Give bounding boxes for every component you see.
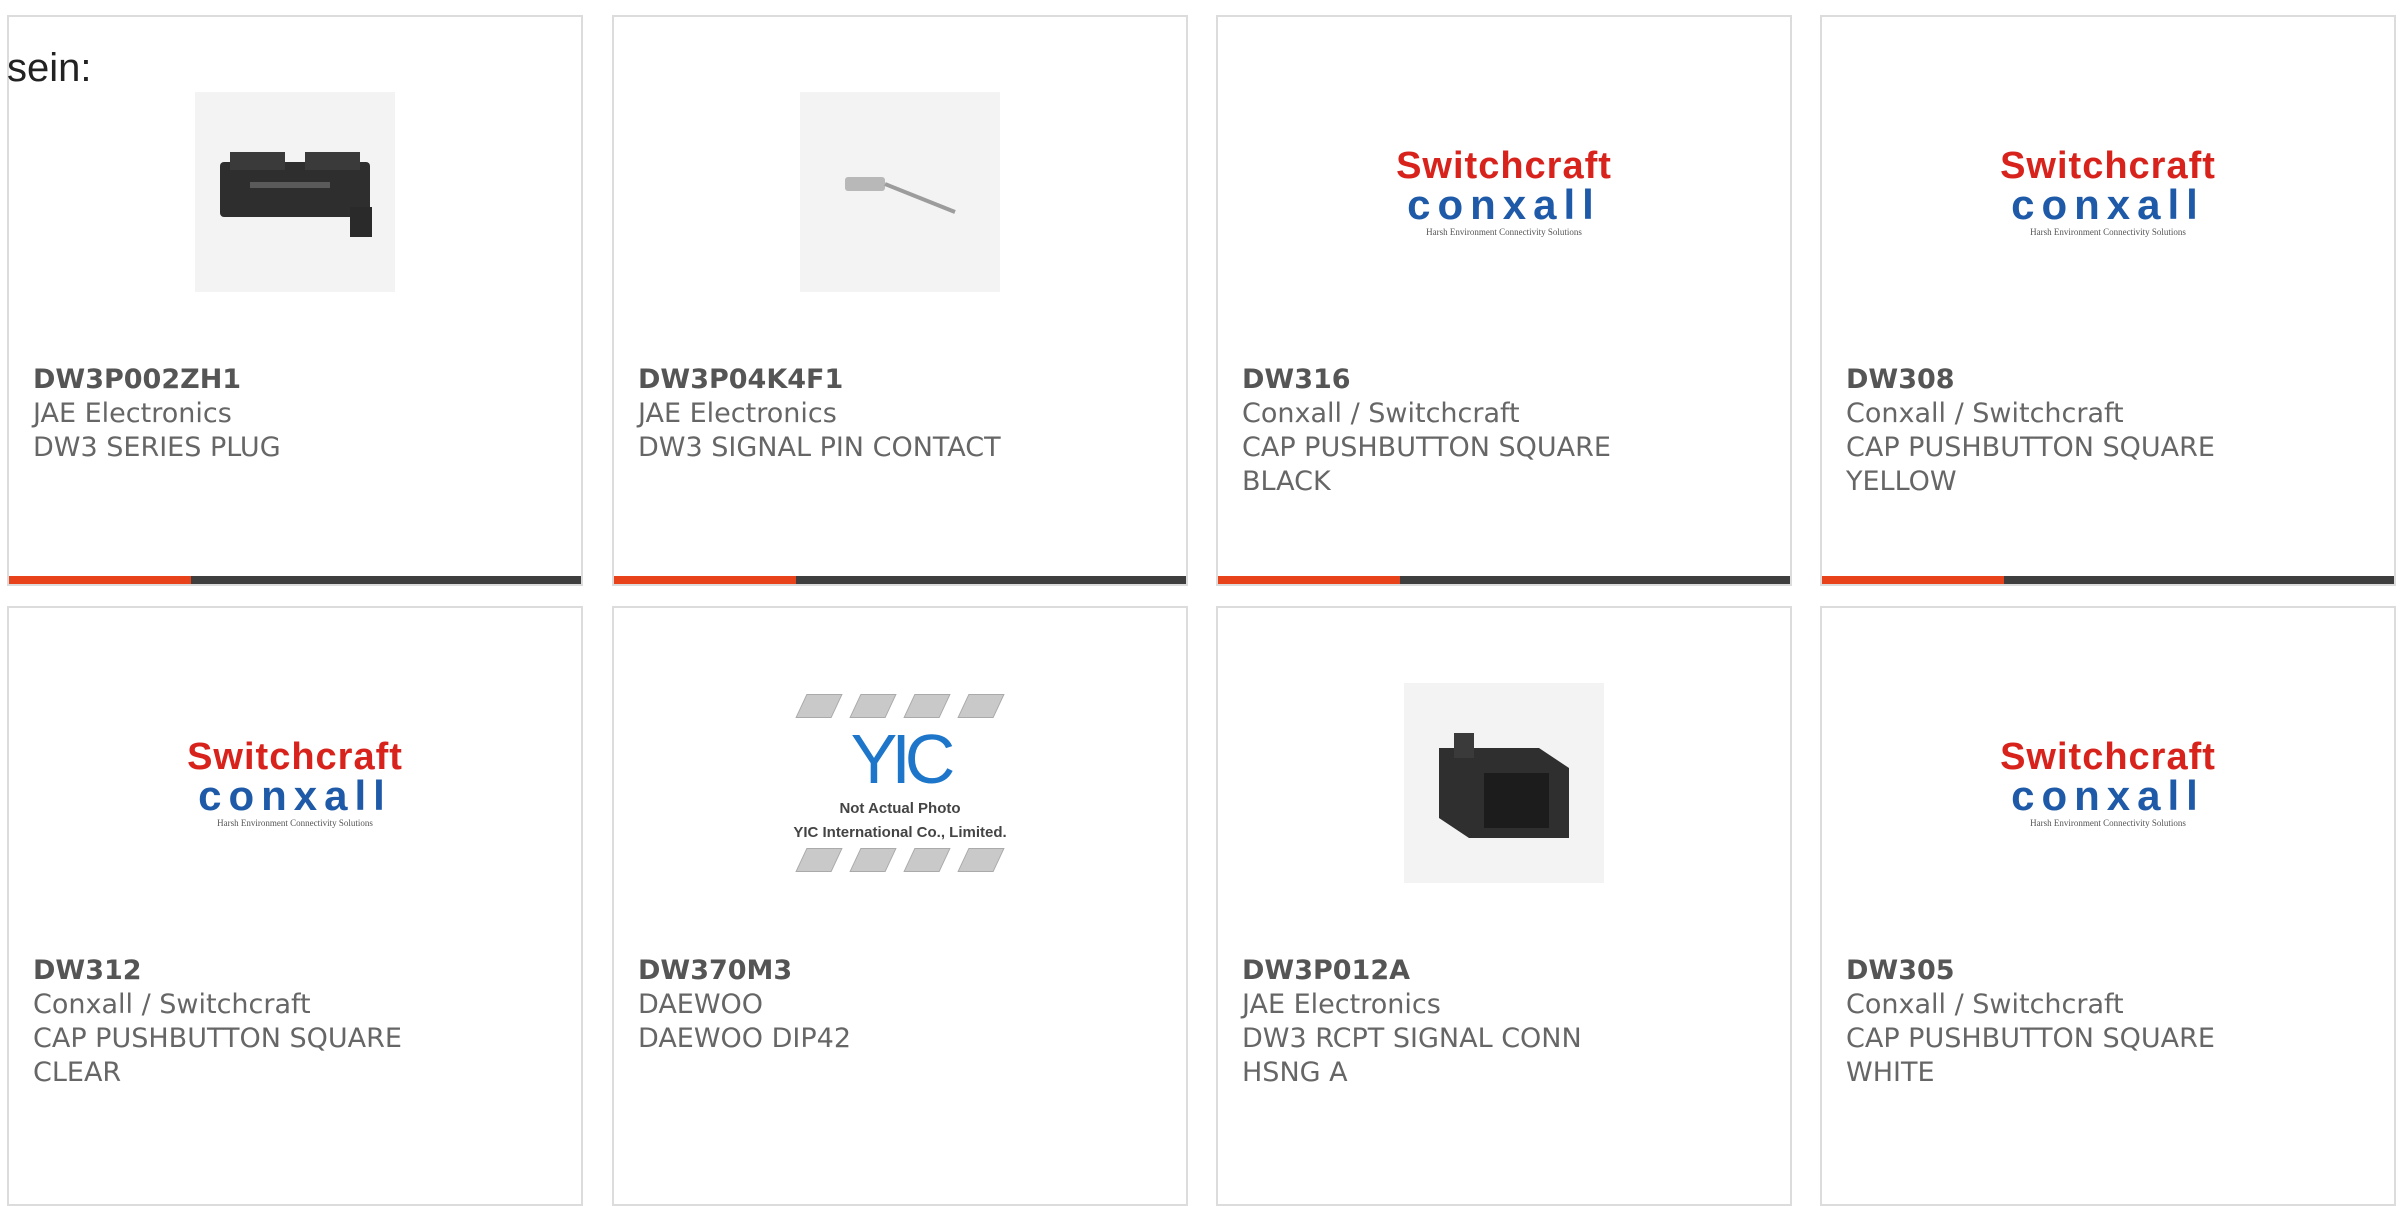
manufacturer: DAEWOO: [638, 989, 764, 1020]
description: DAEWOO DIP42: [638, 1023, 852, 1054]
connector-plug-icon: [220, 152, 372, 237]
product-card[interactable]: Switchcraft conxall Harsh Environment Co…: [1216, 15, 1792, 586]
product-card[interactable]: Switchcraft conxall Harsh Environment Co…: [7, 606, 583, 1206]
part-number[interactable]: DW3P04K4F1: [638, 363, 1166, 397]
switchcraft-conxall-logo: Switchcraft conxall Harsh Environment Co…: [187, 736, 403, 828]
manufacturer: JAE Electronics: [638, 398, 837, 429]
product-image[interactable]: [9, 85, 581, 299]
description: DW3 RCPT SIGNAL CONN HSNG A: [1242, 1023, 1582, 1088]
part-number[interactable]: DW308: [1846, 363, 2374, 397]
description: CAP PUSHBUTTON SQUARE BLACK: [1242, 432, 1611, 497]
yic-logo-icon: YIC: [850, 720, 956, 798]
product-card[interactable]: DW3P002ZH1 JAE Electronics DW3 SERIES PL…: [7, 15, 583, 586]
manufacturer: Conxall / Switchcraft: [1242, 398, 1520, 429]
product-card[interactable]: DW3P04K4F1 JAE Electronics DW3 SIGNAL PI…: [612, 15, 1188, 586]
description: CAP PUSHBUTTON SQUARE WHITE: [1846, 1023, 2215, 1088]
product-card[interactable]: Switchcraft conxall Harsh Environment Co…: [1820, 15, 2396, 586]
manufacturer: JAE Electronics: [1242, 989, 1441, 1020]
description: CAP PUSHBUTTON SQUARE YELLOW: [1846, 432, 2215, 497]
manufacturer: Conxall / Switchcraft: [1846, 398, 2124, 429]
lead-text: sein:: [7, 46, 92, 90]
card-accent-bar: [1822, 576, 2394, 584]
part-number[interactable]: DW305: [1846, 954, 2374, 988]
product-card[interactable]: DW3P012A JAE Electronics DW3 RCPT SIGNAL…: [1216, 606, 1792, 1206]
product-image[interactable]: Switchcraft conxall Harsh Environment Co…: [1822, 676, 2394, 890]
product-image[interactable]: YIC Not Actual Photo YIC International C…: [614, 676, 1186, 890]
product-card[interactable]: Switchcraft conxall Harsh Environment Co…: [1820, 606, 2396, 1206]
product-image[interactable]: [1218, 676, 1790, 890]
product-image[interactable]: Switchcraft conxall Harsh Environment Co…: [1218, 85, 1790, 299]
manufacturer: Conxall / Switchcraft: [33, 989, 311, 1020]
switchcraft-conxall-logo: Switchcraft conxall Harsh Environment Co…: [2000, 736, 2216, 828]
switchcraft-conxall-logo: Switchcraft conxall Harsh Environment Co…: [1396, 145, 1612, 237]
pin-contact-icon: [845, 177, 956, 214]
manufacturer: Conxall / Switchcraft: [1846, 989, 2124, 1020]
part-number[interactable]: DW3P012A: [1242, 954, 1770, 988]
product-image[interactable]: Switchcraft conxall Harsh Environment Co…: [1822, 85, 2394, 299]
part-number[interactable]: DW3P002ZH1: [33, 363, 561, 397]
card-accent-bar: [1218, 576, 1790, 584]
part-number[interactable]: DW316: [1242, 363, 1770, 397]
description: DW3 SIGNAL PIN CONTACT: [638, 432, 1001, 463]
switchcraft-conxall-logo: Switchcraft conxall Harsh Environment Co…: [2000, 145, 2216, 237]
product-card[interactable]: YIC Not Actual Photo YIC International C…: [612, 606, 1188, 1206]
part-number[interactable]: DW312: [33, 954, 561, 988]
not-actual-photo-placeholder: YIC Not Actual Photo YIC International C…: [793, 694, 1007, 872]
description: CAP PUSHBUTTON SQUARE CLEAR: [33, 1023, 402, 1088]
product-image[interactable]: Switchcraft conxall Harsh Environment Co…: [9, 676, 581, 890]
manufacturer: JAE Electronics: [33, 398, 232, 429]
part-number[interactable]: DW370M3: [638, 954, 1166, 988]
card-accent-bar: [9, 576, 581, 584]
connector-housing-icon: [1439, 733, 1569, 838]
description: DW3 SERIES PLUG: [33, 432, 281, 463]
product-image[interactable]: [614, 85, 1186, 299]
card-accent-bar: [614, 576, 1186, 584]
